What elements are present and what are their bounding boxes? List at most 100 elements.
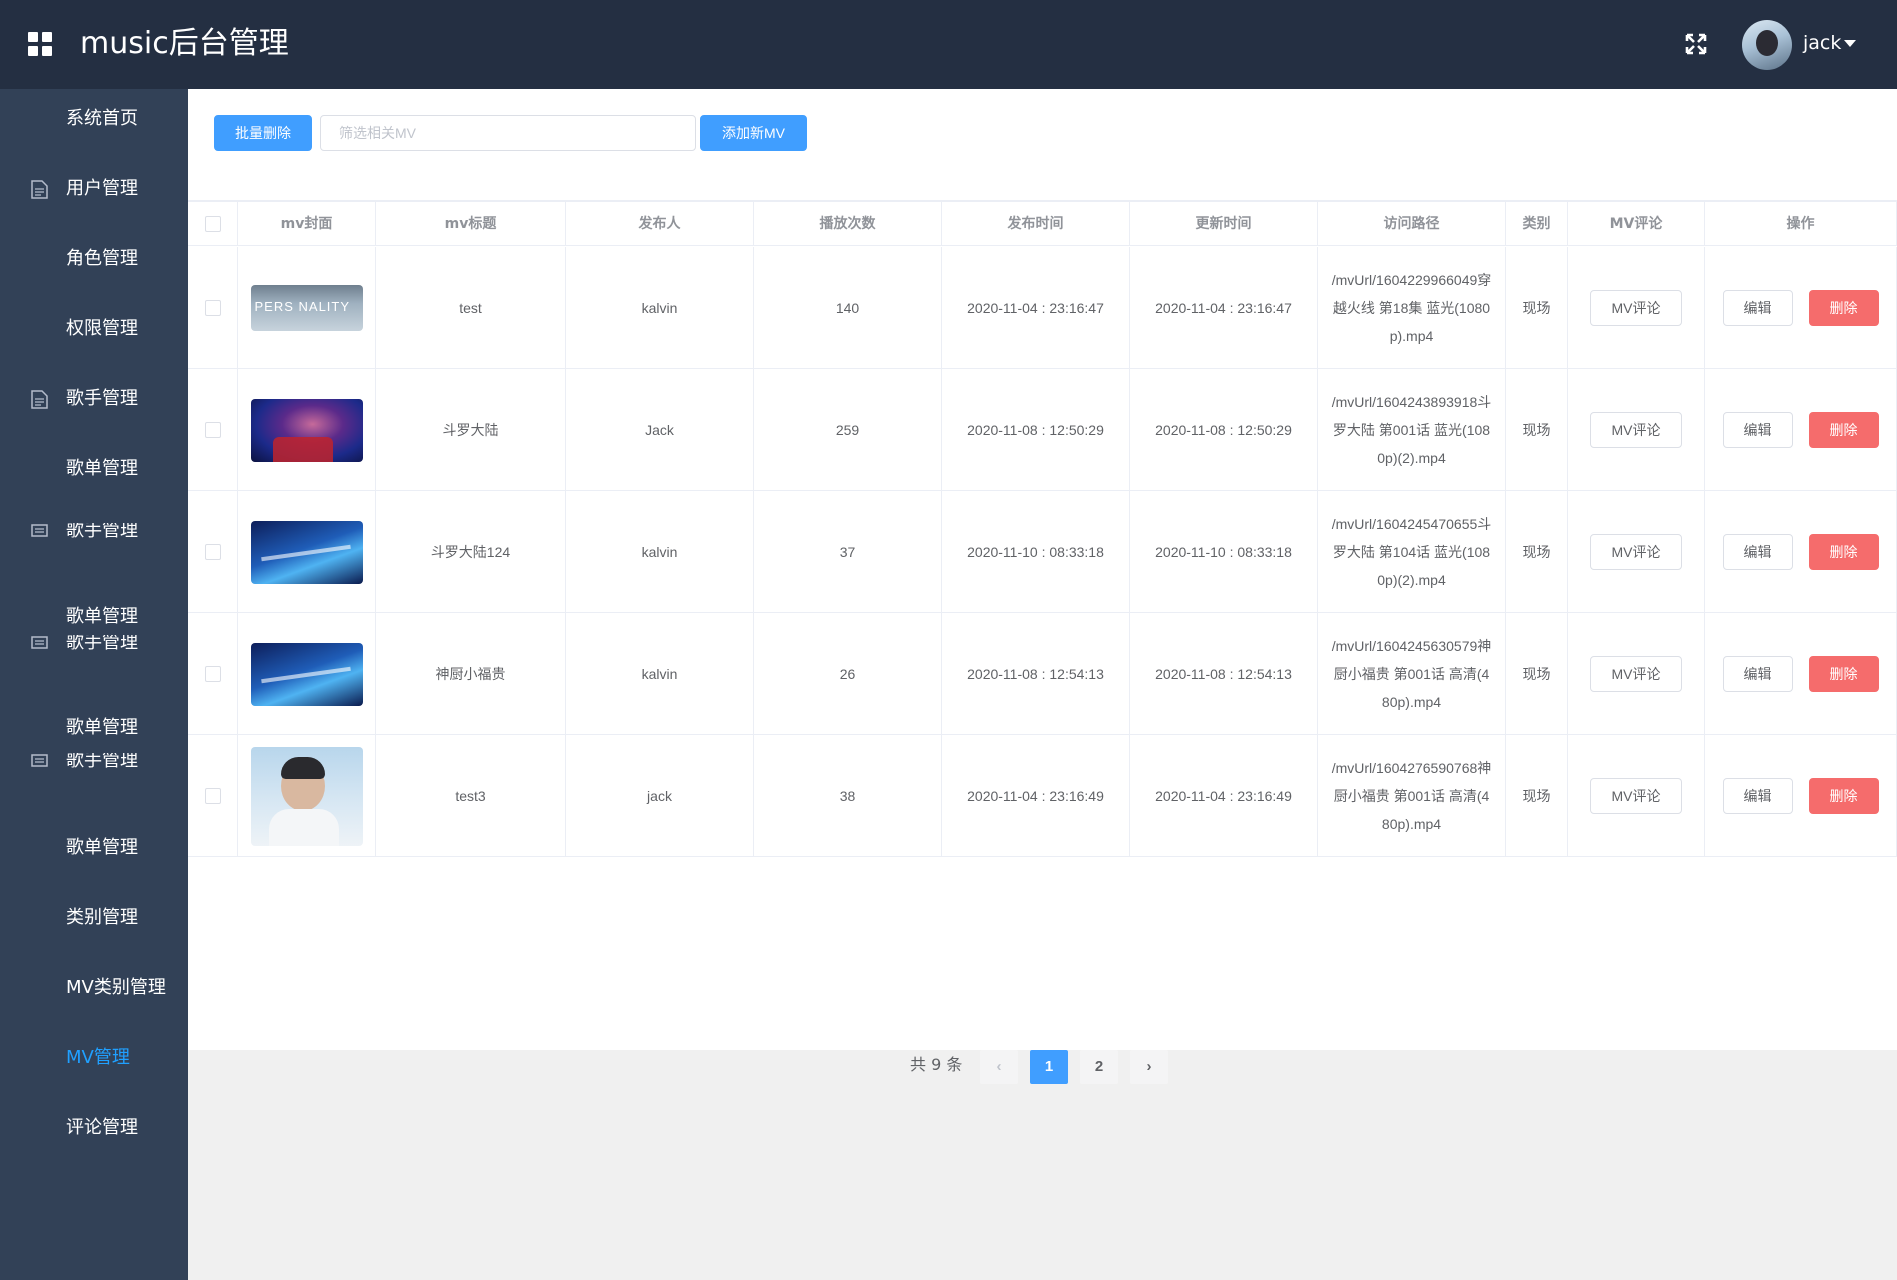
sidebar-item-label: 歌手管理: [66, 523, 138, 541]
select-all-checkbox[interactable]: [204, 216, 221, 232]
mv-publish-time: 2020-11-08 : 12:54:13: [967, 666, 1104, 682]
mv-category: 现场: [1522, 300, 1551, 316]
grid-menu-icon[interactable]: [28, 32, 52, 56]
mv-path: /mvUrl/1604276590768神厨小福贵 第001话 高清(480p)…: [1331, 760, 1492, 832]
cell-cover: [238, 735, 376, 857]
delete-button[interactable]: 删除: [1808, 656, 1879, 692]
page-2-button[interactable]: 2: [1080, 1050, 1118, 1084]
cell-category: 现场: [1506, 369, 1568, 491]
sidebar-item-0[interactable]: 系统首页: [0, 99, 188, 139]
next-page-button[interactable]: ›: [1130, 1050, 1168, 1084]
row-checkbox[interactable]: [204, 544, 221, 560]
edit-button[interactable]: 编辑: [1722, 656, 1793, 692]
cell-actions: 编辑 删除: [1705, 735, 1897, 857]
fullscreen-icon[interactable]: [1684, 32, 1708, 56]
row-checkbox[interactable]: [204, 422, 221, 438]
mv-comment-button[interactable]: MV评论: [1590, 412, 1682, 448]
user-avatar[interactable]: [1742, 20, 1792, 70]
cell-plays: 38: [754, 735, 942, 857]
mv-update-time: 2020-11-08 : 12:50:29: [1155, 422, 1292, 438]
column-header: 访问路径: [1318, 202, 1506, 246]
cell-title: 斗罗大陆: [376, 369, 566, 491]
mv-comment-button[interactable]: MV评论: [1590, 656, 1682, 692]
sidebar-item-5[interactable]: 歌单管理: [0, 449, 188, 489]
mv-search-input[interactable]: [320, 115, 696, 151]
cell-category: 现场: [1506, 735, 1568, 857]
cell-cover: [238, 369, 376, 491]
mv-title: test3: [455, 788, 486, 804]
delete-button[interactable]: 删除: [1808, 778, 1879, 814]
sidebar-item-1[interactable]: 用户管理: [0, 169, 188, 209]
row-checkbox[interactable]: [204, 788, 221, 804]
cell-title: test3: [376, 735, 566, 857]
mv-play-count: 140: [835, 300, 860, 316]
cell-category: 现场: [1506, 613, 1568, 735]
sidebar-item-4[interactable]: 歌手管理: [0, 379, 188, 419]
list-icon: [31, 636, 48, 649]
add-mv-button[interactable]: 添加新MV: [700, 115, 807, 151]
column-header: 更新时间: [1130, 202, 1318, 246]
mv-publish-time: 2020-11-10 : 08:33:18: [967, 544, 1104, 560]
cell-title: test: [376, 247, 566, 369]
cell-published: 2020-11-04 : 23:16:47: [942, 247, 1130, 369]
cell-actions: 编辑 删除: [1705, 613, 1897, 735]
row-checkbox[interactable]: [204, 300, 221, 316]
cell-comment: MV评论: [1568, 491, 1705, 613]
sidebar-item-7[interactable]: 歌单管理: [0, 597, 188, 637]
cell-actions: 编辑 删除: [1705, 491, 1897, 613]
cell-publisher: kalvin: [566, 491, 754, 613]
header-select-all: [188, 202, 238, 246]
sidebar-item-label: 歌手管理: [66, 753, 138, 771]
cell-category: 现场: [1506, 491, 1568, 613]
sidebar-item-2[interactable]: 角色管理: [0, 239, 188, 279]
mv-comment-button[interactable]: MV评论: [1590, 778, 1682, 814]
prev-page-button[interactable]: ‹: [980, 1050, 1018, 1084]
mv-publisher: Jack: [645, 422, 674, 438]
mv-publisher: kalvin: [641, 544, 678, 560]
document-icon: [31, 180, 48, 199]
cell-updated: 2020-11-10 : 08:33:18: [1130, 491, 1318, 613]
edit-button[interactable]: 编辑: [1722, 290, 1793, 326]
mv-cover-image: [250, 520, 363, 584]
list-icon: [31, 754, 48, 767]
edit-button[interactable]: 编辑: [1722, 412, 1793, 448]
mv-publish-time: 2020-11-04 : 23:16:49: [967, 788, 1104, 804]
edit-button[interactable]: 编辑: [1722, 534, 1793, 570]
mv-comment-button[interactable]: MV评论: [1590, 534, 1682, 570]
sidebar-item-12[interactable]: 类别管理: [0, 898, 188, 938]
mv-publisher: kalvin: [641, 300, 678, 316]
sidebar-item-8[interactable]: 歌手管理: [0, 635, 188, 653]
cell-category: 现场: [1506, 247, 1568, 369]
sidebar-item-label: MV类别管理: [66, 977, 166, 998]
sidebar-item-11[interactable]: 歌单管理: [0, 828, 188, 868]
sidebar-item-9[interactable]: 歌单管理: [0, 708, 188, 748]
mv-update-time: 2020-11-04 : 23:16:49: [1155, 788, 1292, 804]
sidebar-item-6[interactable]: 歌手管理: [0, 523, 188, 541]
page-1-button[interactable]: 1: [1030, 1050, 1068, 1084]
caret-down-icon[interactable]: [1844, 40, 1856, 47]
mv-comment-button[interactable]: MV评论: [1590, 290, 1682, 326]
sidebar-item-15[interactable]: 评论管理: [0, 1108, 188, 1148]
username-dropdown[interactable]: jack: [1803, 30, 1841, 56]
mv-title: 斗罗大陆: [442, 422, 499, 438]
cell-title: 斗罗大陆124: [376, 491, 566, 613]
mv-path: /mvUrl/1604245630579神厨小福贵 第001话 高清(480p)…: [1331, 638, 1492, 710]
cell-publisher: Jack: [566, 369, 754, 491]
sidebar-item-13[interactable]: MV类别管理: [0, 968, 188, 1008]
row-checkbox[interactable]: [204, 666, 221, 682]
cell-plays: 259: [754, 369, 942, 491]
batch-delete-button[interactable]: 批量删除: [214, 115, 312, 151]
column-header: 操作: [1705, 202, 1897, 246]
table-row: PERS NALITY test kalvin 140 2020-11-04 : 23:…: [188, 247, 1897, 369]
table-row: 神厨小福贵 kalvin 26 2020-11-08 : 12:54:13 2020-1…: [188, 613, 1897, 735]
edit-button[interactable]: 编辑: [1722, 778, 1793, 814]
delete-button[interactable]: 删除: [1808, 534, 1879, 570]
delete-button[interactable]: 删除: [1808, 290, 1879, 326]
sidebar-item-10[interactable]: 歌手管理: [0, 753, 188, 771]
sidebar-item-3[interactable]: 权限管理: [0, 309, 188, 349]
delete-button[interactable]: 删除: [1808, 412, 1879, 448]
cell-path: /mvUrl/1604245470655斗罗大陆 第104话 蓝光(1080p)…: [1318, 491, 1506, 613]
mv-title: 斗罗大陆124: [430, 544, 511, 560]
cell-path: /mvUrl/1604229966049穿越火线 第18集 蓝光(1080p).…: [1318, 247, 1506, 369]
mv-cover-image: [250, 642, 363, 706]
